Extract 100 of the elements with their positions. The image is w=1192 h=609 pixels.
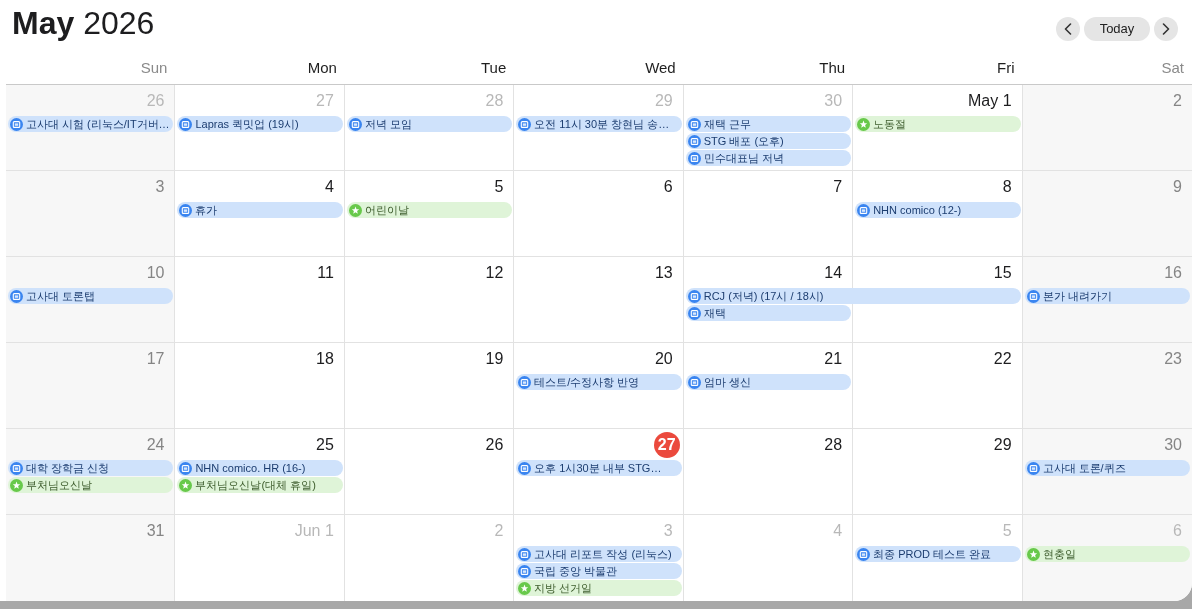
calendar-icon: [179, 203, 193, 217]
day-number: 5: [493, 177, 505, 197]
previous-button[interactable]: [1056, 17, 1080, 41]
day-number: 28: [823, 435, 844, 455]
day-number: 16: [1163, 263, 1183, 283]
day-cell[interactable]: 31: [6, 515, 176, 601]
day-number: 2: [1172, 91, 1183, 111]
day-number: 9: [1172, 177, 1183, 197]
day-number: 7: [832, 177, 844, 197]
day-number: 18: [315, 349, 335, 369]
calendar-icon: [348, 117, 362, 131]
day-number: 24: [145, 435, 166, 455]
calendar-event[interactable]: 최종 PROD 테스트 완료: [855, 546, 1021, 562]
star-icon: [518, 581, 532, 595]
next-button[interactable]: [1154, 17, 1178, 41]
calendar-event[interactable]: 테스트/수정사항 반영: [516, 374, 682, 390]
day-cell[interactable]: 3: [6, 171, 176, 256]
calendar-event[interactable]: 어린이날: [346, 202, 513, 218]
day-number: 13: [653, 263, 674, 283]
calendar-icon: [1026, 461, 1040, 475]
calendar-icon: [687, 306, 701, 320]
calendar-event[interactable]: 고사대 리포트 작성 (리눅스): [516, 546, 682, 562]
calendar-event[interactable]: 고사대 토론탭: [8, 288, 174, 304]
calendar-icon: [687, 134, 701, 148]
day-cell[interactable]: 2: [1022, 85, 1192, 170]
calendar-event[interactable]: 현충일: [1024, 546, 1190, 562]
calendar-icon: [687, 289, 701, 303]
calendar-icon: [10, 289, 23, 303]
calendar-event[interactable]: 휴가: [177, 202, 343, 218]
day-number: 30: [1163, 435, 1183, 455]
day-number: 21: [823, 349, 844, 369]
day-number: 27: [315, 91, 335, 111]
day-number: 22: [992, 349, 1013, 369]
calendar-event[interactable]: 본가 내려가기: [1024, 288, 1190, 304]
calendar-icon: [10, 117, 23, 131]
star-icon: [857, 117, 871, 131]
day-number: 4: [832, 521, 844, 541]
calendar-event[interactable]: 오후 1시30분 내부 STG…: [516, 460, 682, 476]
day-number: 23: [1163, 349, 1183, 369]
calendar-event[interactable]: 고사대 시험 (리눅스/IT거버…: [8, 116, 174, 132]
day-number: 12: [484, 263, 505, 283]
calendar-event[interactable]: NHN comico (12-): [855, 202, 1021, 218]
star-icon: [1026, 547, 1040, 561]
day-number: 26: [484, 435, 505, 455]
day-number: 29: [992, 435, 1013, 455]
day-number: Jun 1: [293, 521, 335, 541]
calendar-icon: [518, 547, 532, 561]
day-number: 6: [1172, 521, 1183, 541]
calendar-event[interactable]: 노동절: [855, 116, 1021, 132]
calendar-event[interactable]: 지방 선거일: [516, 580, 682, 596]
day-cell[interactable]: 23: [1022, 343, 1192, 428]
calendar-event[interactable]: 오전 11시 30분 창현님 송…: [516, 116, 682, 132]
calendar-event[interactable]: 부처님오신날: [8, 477, 174, 493]
day-number: 27: [653, 432, 680, 458]
star-icon: [348, 203, 362, 217]
calendar-icon: [179, 117, 193, 131]
day-number: May 1: [967, 91, 1013, 111]
day-number: 11: [316, 263, 335, 283]
calendar-icon: [518, 375, 532, 389]
calendar-event[interactable]: 국립 중앙 박물관: [516, 563, 682, 579]
day-number: 14: [823, 263, 844, 283]
calendar-event[interactable]: 민수대표님 저녁: [685, 150, 852, 166]
calendar-icon: [179, 461, 193, 475]
calendar-event[interactable]: 엄마 생신: [685, 374, 852, 390]
day-number: 20: [653, 349, 674, 369]
day-number: 31: [145, 521, 166, 541]
calendar-event[interactable]: NHN comico. HR (16-): [177, 460, 343, 476]
weekday-label: Fri: [997, 58, 1015, 78]
calendar-event[interactable]: 고사대 토론/퀴즈: [1024, 460, 1190, 476]
weekday-label: Sun: [140, 58, 168, 78]
calendar-icon: [518, 117, 532, 131]
weekday-label: Mon: [307, 58, 337, 78]
day-number: 29: [653, 91, 674, 111]
calendar-icon: [518, 564, 532, 578]
calendar-event[interactable]: 부처님오신날(대체 휴일): [177, 477, 343, 493]
day-number: 3: [662, 521, 674, 541]
calendar-icon: [10, 461, 23, 475]
calendar-event[interactable]: RCJ (저녁) (17시 / 18시): [685, 288, 1021, 304]
month-title: May 2026: [12, 4, 155, 42]
day-number: 8: [1001, 177, 1013, 197]
calendar-event[interactable]: 대학 장학금 신청: [8, 460, 174, 476]
calendar-icon: [687, 375, 701, 389]
day-number: 15: [992, 263, 1013, 283]
calendar-event[interactable]: Lapras 퀵밋업 (19시): [177, 116, 343, 132]
weekday-label: Thu: [819, 58, 846, 78]
star-icon: [179, 478, 193, 492]
day-cell[interactable]: 9: [1022, 171, 1192, 256]
calendar-event[interactable]: STG 배포 (오후): [685, 133, 852, 149]
calendar-event[interactable]: 저녁 모임: [346, 116, 513, 132]
calendar-icon: [518, 461, 532, 475]
weekday-label: Sat: [1161, 58, 1184, 78]
today-button[interactable]: Today: [1084, 17, 1150, 41]
calendar-event[interactable]: 재택: [685, 305, 852, 321]
calendar-event[interactable]: 재택 근무: [685, 116, 852, 132]
day-number: 30: [823, 91, 844, 111]
day-number: 28: [484, 91, 505, 111]
day-number: 25: [315, 435, 335, 455]
day-number: 2: [493, 521, 505, 541]
day-number: 3: [154, 177, 166, 197]
day-number: 5: [1001, 521, 1013, 541]
